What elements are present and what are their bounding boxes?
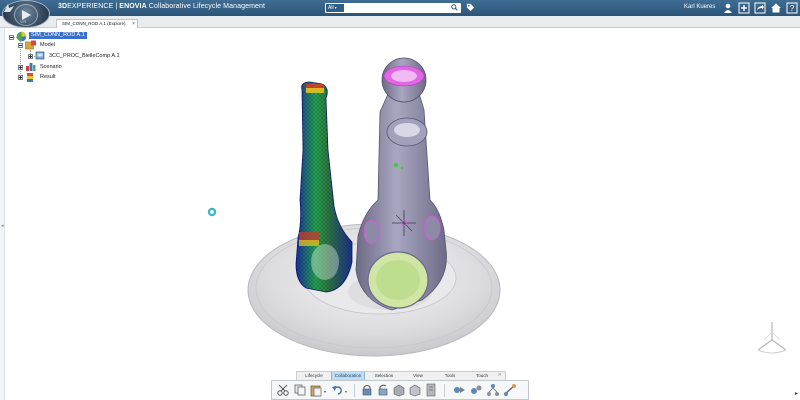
paste-icon[interactable]: [309, 383, 323, 397]
add-icon[interactable]: [738, 2, 750, 14]
search-scope-dropdown[interactable]: All ▾: [326, 4, 344, 12]
home-icon[interactable]: [770, 2, 782, 14]
lock-icon[interactable]: [360, 383, 374, 397]
tab-tools[interactable]: Tools: [437, 372, 463, 380]
user-name[interactable]: Karl Kueres: [684, 4, 715, 10]
share-icon[interactable]: [754, 2, 766, 14]
paste-dropdown-caret[interactable]: ▾: [324, 389, 326, 394]
toolbar-separator: [354, 384, 355, 397]
search-input[interactable]: [346, 4, 444, 12]
simulation-status-icon[interactable]: [207, 207, 217, 217]
chevron-left-icon[interactable]: ◂: [1, 223, 4, 229]
close-icon[interactable]: ×: [132, 20, 135, 28]
copy-icon[interactable]: [293, 383, 307, 397]
tab-collaboration[interactable]: Collaboration: [331, 372, 365, 380]
action-bar-tabs: Lifecycle Collaboration Selection View T…: [296, 371, 506, 380]
measure-icon[interactable]: [503, 383, 517, 397]
reserve-icon[interactable]: [392, 383, 406, 397]
help-icon[interactable]: ?: [786, 2, 798, 14]
tab-selection[interactable]: Selection: [369, 372, 399, 380]
user-profile-icon[interactable]: [722, 2, 734, 14]
unlock-icon[interactable]: [376, 383, 390, 397]
tag-icon[interactable]: [466, 3, 475, 12]
document-icon[interactable]: [424, 383, 438, 397]
action-bar-toolbar: ▾ ▾: [271, 380, 529, 400]
right-panel-splitter[interactable]: ▸: [793, 28, 800, 400]
toolbar-separator: [444, 384, 445, 397]
action-bar-more-icon[interactable]: »: [498, 372, 501, 378]
tab-sim-conn-rod[interactable]: SIM_CONN_ROD A.1 (Explore) ×: [56, 19, 138, 28]
3d-compass-icon[interactable]: [752, 318, 792, 358]
tab-bar: SIM_CONN_ROD A.1 (Explore) ×: [0, 16, 800, 28]
3ds-logo-icon: [4, 4, 14, 12]
compare-icon[interactable]: [452, 383, 466, 397]
chevron-right-icon[interactable]: ▸: [795, 390, 798, 397]
app-title: 3DEXPERIENCE | ENOVIA Collaborative Life…: [58, 3, 266, 10]
search-box: All ▾: [325, 3, 461, 13]
tab-view[interactable]: View: [405, 372, 431, 380]
structure-icon[interactable]: [486, 383, 500, 397]
svg-text:?: ?: [790, 4, 795, 13]
unreserve-icon[interactable]: [408, 383, 422, 397]
compass-version: V.R: [20, 19, 27, 24]
top-bar: 3DEXPERIENCE | ENOVIA Collaborative Life…: [0, 0, 800, 16]
3d-viewport[interactable]: [5, 28, 793, 371]
tab-lifecycle[interactable]: Lifecycle: [299, 372, 329, 380]
undo-dropdown-caret[interactable]: ▾: [345, 389, 347, 394]
tab-label: SIM_CONN_ROD A.1 (Explore): [62, 21, 126, 26]
update-icon[interactable]: [469, 383, 483, 397]
undo-icon[interactable]: [330, 383, 344, 397]
search-icon[interactable]: [451, 4, 458, 11]
cut-icon[interactable]: [276, 383, 290, 397]
tab-touch[interactable]: Touch: [467, 372, 497, 380]
